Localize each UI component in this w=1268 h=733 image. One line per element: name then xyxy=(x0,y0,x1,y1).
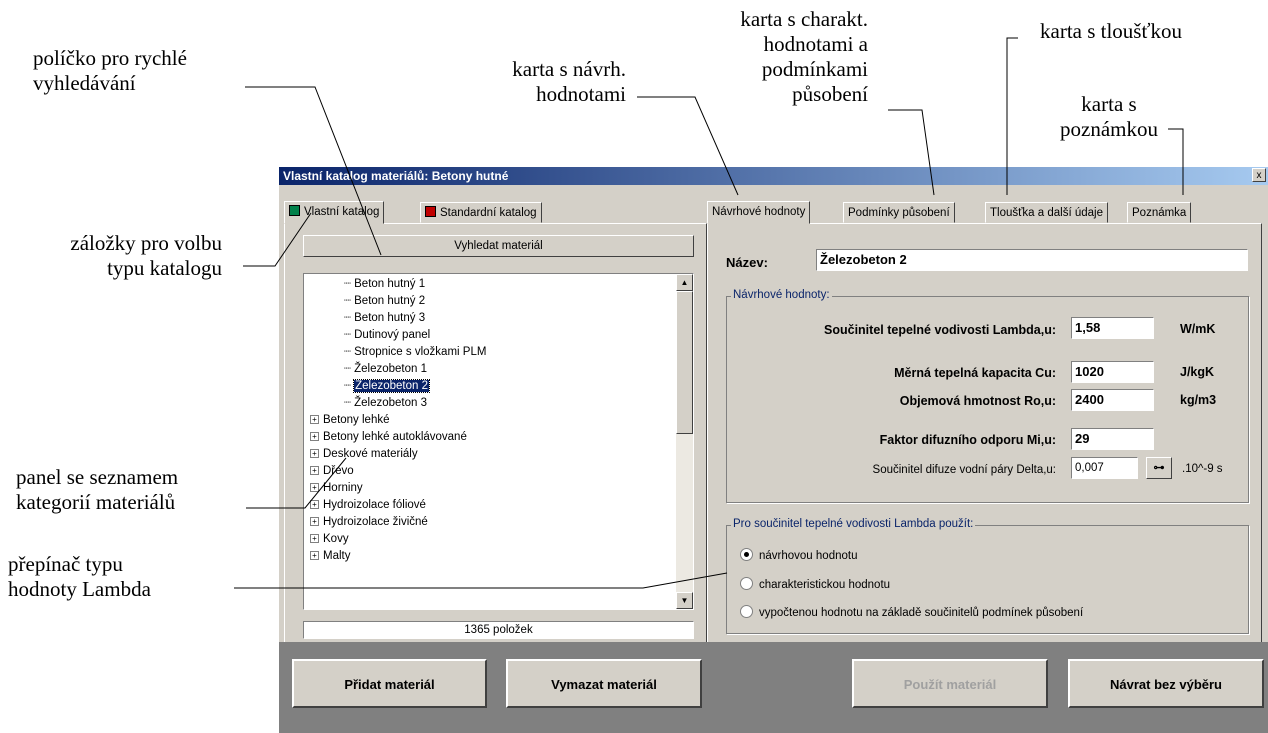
tab-standard-catalog[interactable]: Standardní katalog xyxy=(420,202,542,223)
tab-own-catalog[interactable]: Vlastní katalog xyxy=(284,201,385,224)
tree-category[interactable]: + Betony lehké xyxy=(310,412,390,429)
delete-material-button[interactable]: Vymazat materiál xyxy=(506,659,702,708)
use-material-button[interactable]: Použít materiál xyxy=(852,659,1048,708)
radio-unchecked-icon[interactable] xyxy=(740,605,753,618)
key-icon[interactable]: ⊶ xyxy=(1146,457,1172,479)
ro-unit: kg/m3 xyxy=(1180,393,1217,407)
tree-item[interactable]: ┈ Dutinový panel xyxy=(344,327,430,344)
expand-icon[interactable]: + xyxy=(310,551,319,560)
scroll-up-icon[interactable]: ▲ xyxy=(676,274,693,291)
expand-icon[interactable]: + xyxy=(310,483,319,492)
tree-item[interactable]: ┈ Železobeton 3 xyxy=(344,395,427,412)
item-count: 1365 položek xyxy=(303,621,694,639)
delta-unit: .10^-9 s xyxy=(1182,463,1223,475)
material-tree[interactable]: ┈ Beton hutný 1 ┈ Beton hutný 2 ┈ Beton … xyxy=(303,273,694,610)
annotation-thickness-tab: karta s tloušťkou xyxy=(1040,19,1182,43)
lambda-label: Součinitel tepelné vodivosti Lambda,u: xyxy=(824,323,1056,337)
scroll-down-icon[interactable]: ▼ xyxy=(676,592,693,609)
tree-item[interactable]: ┈ Železobeton 1 xyxy=(344,361,427,378)
tab-note[interactable]: Poznámka xyxy=(1127,202,1192,223)
expand-icon[interactable]: + xyxy=(310,415,319,424)
tree-category[interactable]: + Hydroizolace živičné xyxy=(310,514,428,531)
radio-unchecked-icon[interactable] xyxy=(740,577,753,590)
tab-thickness[interactable]: Tloušťka a další údaje xyxy=(985,202,1108,223)
lambda-source-title: Pro součinitel tepelné vodivosti Lambda … xyxy=(731,518,976,530)
annotation-note-tab: karta s poznámkou xyxy=(1060,92,1158,141)
ro-field[interactable]: 2400 xyxy=(1071,389,1154,411)
name-field[interactable]: Železobeton 2 xyxy=(816,249,1248,271)
tree-category[interactable]: + Deskové materiály xyxy=(310,446,418,463)
catalog-icon xyxy=(289,205,300,216)
annotation-char-tab: karta s charakt. hodnotami a podmínkami půs… xyxy=(740,7,868,106)
radio-characteristic-value[interactable]: charakteristickou hodnotu xyxy=(740,577,890,591)
tree-category[interactable]: + Hydroizolace fóliové xyxy=(310,497,426,514)
tab-conditions[interactable]: Podmínky působení xyxy=(843,202,955,223)
tree-item[interactable]: ┈ Beton hutný 1 xyxy=(344,276,425,293)
bottom-button-bar: Přidat materiál Vymazat materiál Použít … xyxy=(279,642,1268,733)
search-material-button[interactable]: Vyhledat materiál xyxy=(303,235,694,257)
annotation-catalog-tabs: záložky pro volbu typu katalogu xyxy=(70,231,222,280)
expand-icon[interactable]: + xyxy=(310,466,319,475)
tree-item[interactable]: ┈ Beton hutný 3 xyxy=(344,310,425,327)
delta-label: Součinitel difuze vodní páry Delta,u: xyxy=(872,464,1056,476)
annotation-quick-search: políčko pro rychlé vyhledávání xyxy=(33,46,187,95)
expand-icon[interactable]: + xyxy=(310,432,319,441)
tab-design-values[interactable]: Návrhové hodnoty xyxy=(707,201,811,224)
name-label: Název: xyxy=(726,255,768,270)
tree-category[interactable]: + Dřevo xyxy=(310,463,354,480)
lambda-unit: W/mK xyxy=(1180,322,1216,336)
tree-category[interactable]: + Kovy xyxy=(310,531,349,548)
cu-label: Měrná tepelná kapacita Cu: xyxy=(894,366,1056,380)
expand-icon[interactable]: + xyxy=(310,449,319,458)
cu-unit: J/kgK xyxy=(1180,365,1215,379)
expand-icon[interactable]: + xyxy=(310,517,319,526)
expand-icon[interactable]: + xyxy=(310,534,319,543)
tree-item[interactable]: ┈ Beton hutný 2 xyxy=(344,293,425,310)
scroll-thumb[interactable] xyxy=(676,291,693,434)
tree-item[interactable]: ┈ Stropnice s vložkami PLM xyxy=(344,344,486,361)
radio-calculated-value[interactable]: vypočtenou hodnotu na základě součinitel… xyxy=(740,605,1083,619)
tree-item-selected[interactable]: ┈ Železobeton 2 xyxy=(344,378,431,395)
annotation-design-tab: karta s návrh. hodnotami xyxy=(512,57,626,106)
delta-field[interactable]: 0,007 xyxy=(1071,457,1138,479)
close-icon[interactable]: x xyxy=(1252,168,1266,182)
design-values-title: Návrhové hodnoty: xyxy=(731,289,832,301)
tree-category[interactable]: + Malty xyxy=(310,548,350,565)
mi-label: Faktor difuzního odporu Mi,u: xyxy=(879,433,1056,447)
mi-field[interactable]: 29 xyxy=(1071,428,1154,450)
back-without-selection-button[interactable]: Návrat bez výběru xyxy=(1068,659,1264,708)
annotation-category-panel: panel se seznamem kategorií materiálů xyxy=(16,465,179,514)
tree-scrollbar[interactable]: ▲ ▼ xyxy=(676,274,693,609)
add-material-button[interactable]: Přidat materiál xyxy=(292,659,487,708)
cu-field[interactable]: 1020 xyxy=(1071,361,1154,383)
radio-design-value[interactable]: návrhovou hodnotu xyxy=(740,548,857,562)
tree-category[interactable]: + Betony lehké autoklávované xyxy=(310,429,467,446)
catalog-icon xyxy=(425,206,436,217)
tree-category[interactable]: + Horniny xyxy=(310,480,363,497)
ro-label: Objemová hmotnost Ro,u: xyxy=(899,394,1056,408)
annotation-lambda-switch: přepínač typu hodnoty Lambda xyxy=(8,552,151,601)
expand-icon[interactable]: + xyxy=(310,500,319,509)
radio-checked-icon[interactable] xyxy=(740,548,753,561)
lambda-field[interactable]: 1,58 xyxy=(1071,317,1154,339)
window-title: Vlastní katalog materiálů: Betony hutné xyxy=(279,167,1268,185)
material-catalog-window: Vlastní katalog materiálů: Betony hutné … xyxy=(279,167,1268,733)
